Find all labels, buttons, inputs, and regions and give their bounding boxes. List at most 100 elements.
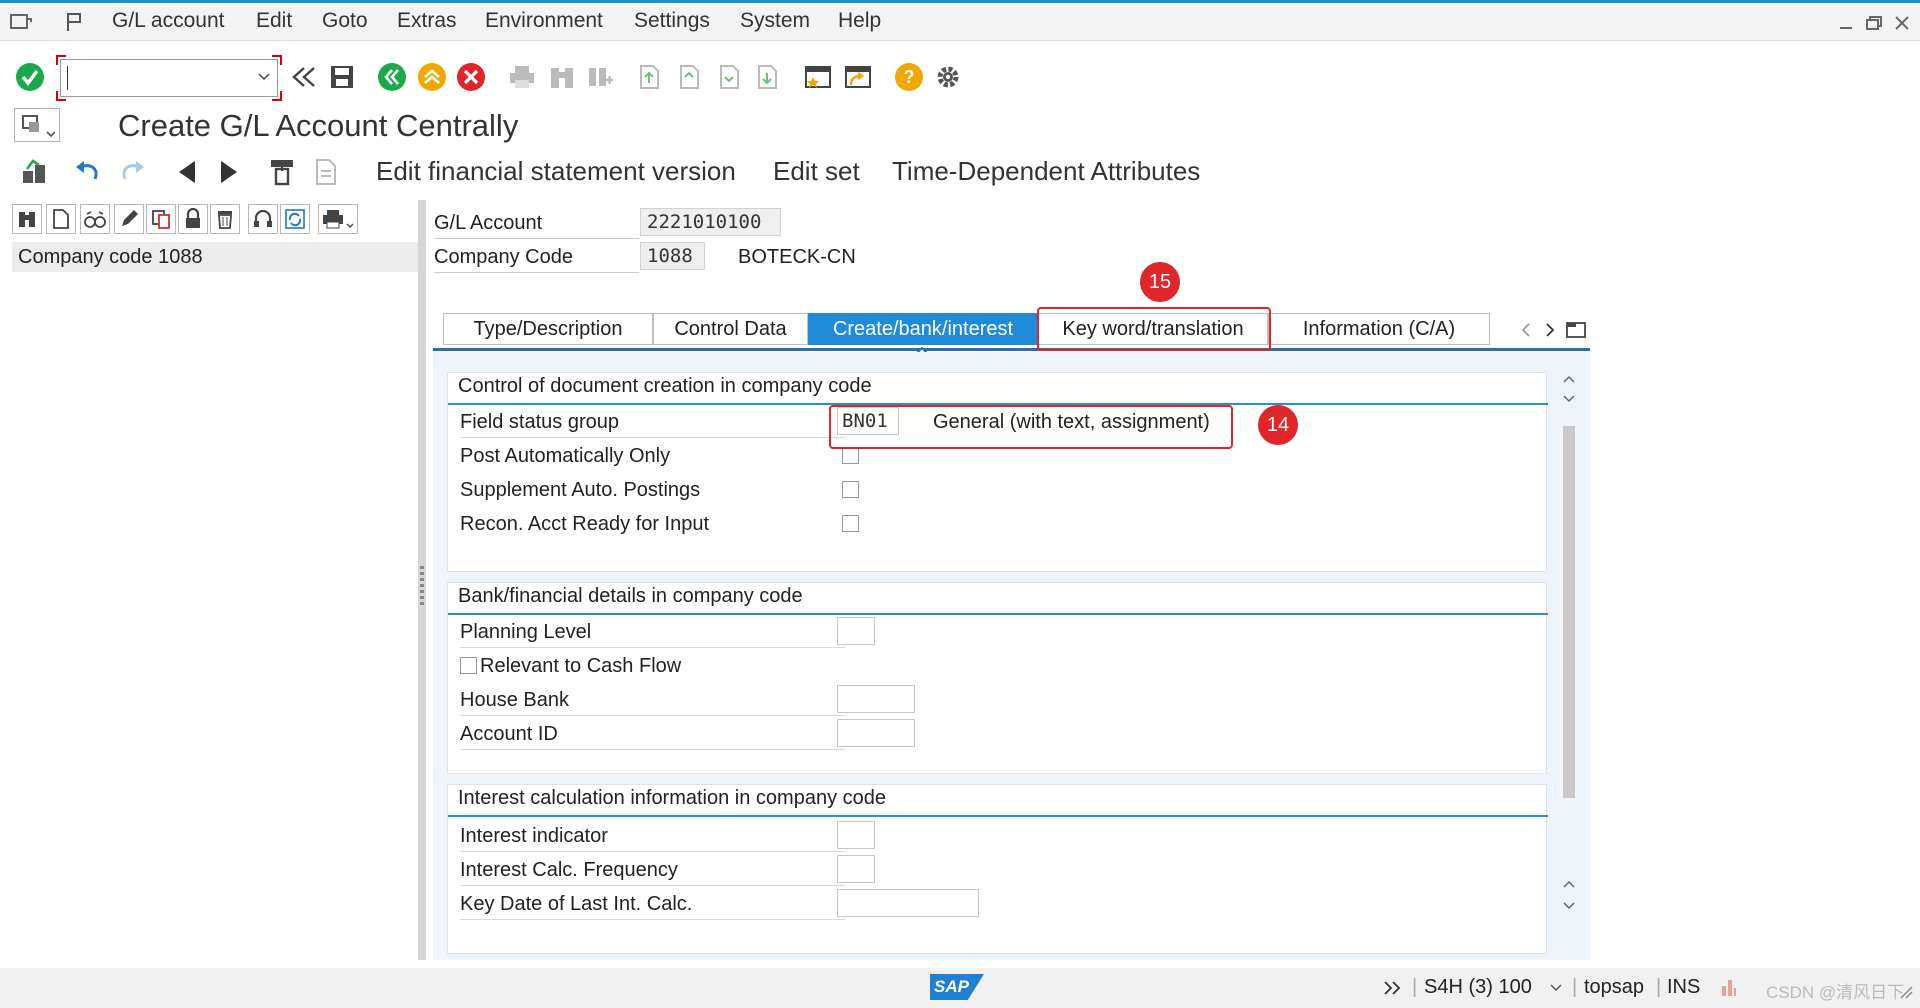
chevron-left-icon[interactable]: [1515, 318, 1537, 342]
menu-help[interactable]: Help: [838, 9, 881, 33]
next-icon[interactable]: [214, 156, 244, 188]
help-icon[interactable]: ?: [893, 61, 925, 93]
display-icon[interactable]: [80, 204, 110, 234]
restore-icon[interactable]: [1862, 11, 1886, 35]
scrollbar-thumb[interactable]: [1563, 426, 1575, 798]
chevron-down-icon[interactable]: [1560, 390, 1578, 408]
company-code-field[interactable]: 1088: [640, 242, 705, 270]
gl-account-field[interactable]: 2221010100: [640, 208, 781, 236]
house-bank-input[interactable]: [837, 685, 915, 713]
edit-fs-version-button[interactable]: Edit financial statement version: [376, 156, 736, 187]
find-next-icon: [584, 62, 616, 92]
account-id-input[interactable]: [837, 719, 915, 747]
sap-logo-text: SAP: [934, 977, 969, 996]
page-title: Create G/L Account Centrally: [118, 108, 519, 143]
system-info[interactable]: S4H (3) 100: [1424, 976, 1532, 999]
resize-grip-icon[interactable]: [1896, 982, 1914, 1000]
tree-node-company-code[interactable]: Company code 1088: [12, 242, 419, 272]
menu-bar: G/L account Edit Goto Extras Environment…: [0, 3, 1920, 41]
menu-gl-account[interactable]: G/L account: [112, 9, 224, 33]
chevron-right-icon[interactable]: [1539, 318, 1561, 342]
chevron-down-icon[interactable]: [1546, 977, 1566, 999]
print-menu-icon[interactable]: [318, 204, 358, 234]
menu-icon[interactable]: [8, 9, 34, 35]
time-dependent-attributes-button[interactable]: Time-Dependent Attributes: [892, 156, 1200, 187]
navigation-tree-panel: Company code 1088: [12, 200, 419, 960]
tab-type-description[interactable]: Type/Description: [443, 313, 653, 345]
chevron-down-icon[interactable]: [1560, 897, 1578, 915]
status-separator: |: [1656, 976, 1662, 998]
print-icon: [506, 62, 538, 92]
chevron-up-icon[interactable]: [1560, 370, 1578, 388]
account-id-label: Account ID: [460, 723, 558, 745]
new-document-icon[interactable]: [46, 204, 76, 234]
post-automatically-label: Post Automatically Only: [460, 445, 671, 467]
vertical-scrollbar[interactable]: [1560, 370, 1578, 925]
panel-splitter[interactable]: [418, 200, 426, 960]
label-underline: [460, 437, 845, 438]
shortcut-icon[interactable]: [842, 62, 874, 92]
trash-icon[interactable]: [210, 204, 240, 234]
favorites-icon[interactable]: [62, 9, 88, 35]
binoculars-icon[interactable]: [12, 204, 42, 234]
close-icon[interactable]: [1890, 11, 1914, 35]
highlight-corner: [56, 91, 66, 101]
highlight-corner: [56, 55, 66, 65]
chevron-down-icon[interactable]: [255, 68, 273, 86]
post-automatically-checkbox[interactable]: [842, 447, 859, 464]
other-object-icon[interactable]: [18, 156, 50, 188]
key-date-input[interactable]: [837, 889, 979, 917]
cash-flow-checkbox[interactable]: [460, 657, 477, 674]
tab-information-ca[interactable]: Information (C/A): [1268, 313, 1490, 345]
exit-icon[interactable]: [416, 61, 448, 93]
company-name: BOTECK-CN: [738, 246, 856, 268]
menu-edit[interactable]: Edit: [256, 9, 292, 33]
label-underline: [460, 647, 845, 648]
new-session-icon[interactable]: [802, 62, 834, 92]
minimize-icon[interactable]: [1834, 11, 1858, 35]
double-chevron-right-icon[interactable]: [1382, 977, 1404, 999]
recon-acct-label: Recon. Acct Ready for Input: [460, 513, 710, 535]
refresh-icon[interactable]: [280, 204, 310, 234]
text-cursor: [67, 66, 68, 90]
standard-toolbar: ?: [0, 42, 1920, 110]
menu-settings[interactable]: Settings: [634, 9, 710, 33]
annotation-box-tab: [1037, 307, 1271, 351]
menu-environment[interactable]: Environment: [485, 9, 603, 33]
recon-acct-checkbox[interactable]: [842, 515, 859, 532]
svg-text:?: ?: [904, 67, 915, 87]
back-icon[interactable]: [376, 61, 408, 93]
headset-icon[interactable]: [248, 204, 278, 234]
where-used-icon[interactable]: [266, 156, 298, 188]
edit-set-button[interactable]: Edit set: [773, 156, 860, 187]
insert-mode[interactable]: INS: [1667, 976, 1700, 999]
cancel-icon[interactable]: [455, 61, 487, 93]
tab-list-icon[interactable]: [1563, 316, 1589, 342]
enter-icon[interactable]: [14, 61, 46, 93]
menu-goto[interactable]: Goto: [322, 9, 368, 33]
lock-icon[interactable]: [178, 204, 208, 234]
menu-extras[interactable]: Extras: [397, 9, 457, 33]
copy-icon[interactable]: [146, 204, 176, 234]
previous-icon[interactable]: [172, 156, 202, 188]
screen-options-icon[interactable]: [14, 108, 60, 142]
command-field[interactable]: [60, 59, 278, 97]
interest-frequency-input[interactable]: [837, 855, 875, 883]
save-icon[interactable]: [326, 62, 358, 92]
settings-icon[interactable]: [932, 61, 964, 93]
planning-level-input[interactable]: [837, 617, 875, 645]
undo-icon[interactable]: [72, 156, 104, 188]
key-date-label: Key Date of Last Int. Calc.: [460, 893, 693, 915]
pencil-icon[interactable]: [114, 204, 144, 234]
menu-system[interactable]: System: [740, 9, 810, 33]
interest-indicator-input[interactable]: [837, 821, 875, 849]
watermark-text: CSDN @清风日下: [1766, 983, 1905, 1002]
document-icon: [310, 156, 342, 188]
cash-flow-label: Relevant to Cash Flow: [480, 655, 682, 677]
tab-create-bank-interest[interactable]: Create/bank/interest: [808, 313, 1038, 345]
tab-control-data[interactable]: Control Data: [653, 313, 808, 345]
supplement-postings-checkbox[interactable]: [842, 481, 859, 498]
highlight-corner: [272, 91, 282, 101]
chevron-up-icon[interactable]: [1560, 875, 1578, 893]
collapse-icon[interactable]: [288, 62, 320, 92]
